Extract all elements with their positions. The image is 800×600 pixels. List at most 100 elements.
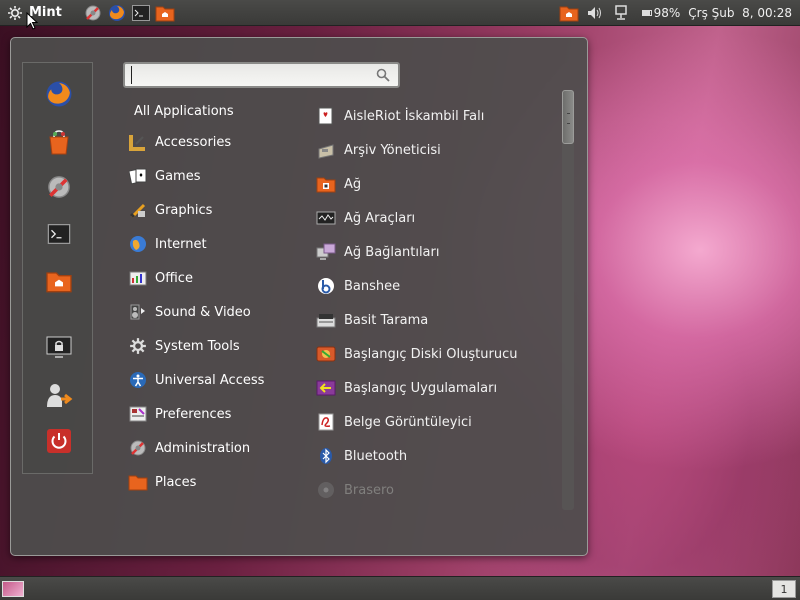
home-folder-icon[interactable] [154,2,176,24]
places-icon [128,472,148,492]
application-list: AisleRiot İskambil Falı Arşiv Yöneticisi… [316,98,566,510]
category-label: Games [155,168,201,184]
category-label: System Tools [155,338,240,354]
category-label: Administration [155,440,251,456]
category-places[interactable]: Places [128,470,196,494]
favorites-panel [22,62,93,474]
category-accessories[interactable]: Accessories [128,130,231,154]
app-label: Ağ Bağlantıları [344,244,440,260]
app-item[interactable]: AisleRiot İskambil Falı [316,103,484,129]
app-label: Başlangıç Uygulamaları [344,380,498,396]
lock-screen-icon[interactable] [45,334,73,362]
graphics-icon [128,200,148,220]
system-settings-icon[interactable] [45,173,73,201]
category-administration[interactable]: Administration [128,436,250,460]
app-label: Başlangıç Diski Oluşturucu [344,346,518,362]
category-label: Office [155,270,193,286]
search-box [123,62,400,88]
home-folder-icon[interactable] [45,267,73,295]
bluetooth-icon [316,446,336,466]
search-input[interactable] [131,66,361,84]
category-label: Universal Access [155,372,265,388]
shutdown-icon[interactable] [45,427,73,455]
category-system-tools[interactable]: System Tools [128,334,240,358]
logout-icon[interactable] [45,381,73,409]
software-manager-icon[interactable] [45,128,73,156]
panel-launchers [82,2,176,24]
gear-icon [6,4,24,22]
top-panel: Mint 98% Çrş Şub 8, 00:28 [0,0,800,26]
app-label: AisleRiot İskambil Falı [344,108,485,124]
workspace-switcher[interactable]: 1 [772,580,796,598]
volume-icon[interactable] [584,2,606,24]
app-item[interactable]: Brasero [316,477,394,503]
scanner-icon [316,310,336,330]
office-icon [128,268,148,288]
firefox-icon[interactable] [45,80,73,108]
system-tray: 98% Çrş Şub 8, 00:28 [558,0,800,26]
app-label: Arşiv Yöneticisi [344,142,441,158]
app-item[interactable]: Belge Görüntüleyici [316,409,472,435]
category-label: Internet [155,236,207,252]
application-menu: All Applications Accessories Games Graph… [10,37,588,556]
firefox-icon[interactable] [106,2,128,24]
app-item[interactable]: Ağ Araçları [316,205,415,231]
category-label: Graphics [155,202,213,218]
startup-apps-icon [316,378,336,398]
category-internet[interactable]: Internet [128,232,207,256]
category-sound-video[interactable]: Sound & Video [128,300,251,324]
terminal-icon[interactable] [130,2,152,24]
app-item[interactable]: Ağ [316,171,361,197]
app-item[interactable]: Bluetooth [316,443,407,469]
search-icon[interactable] [376,68,390,82]
app-item[interactable]: Banshee [316,273,400,299]
battery-indicator[interactable]: 98% [641,6,681,20]
category-preferences[interactable]: Preferences [128,402,231,426]
app-label: Belge Görüntüleyici [344,414,472,430]
app-item[interactable]: Basit Tarama [316,307,428,333]
network-connections-icon [316,242,336,262]
category-label: Accessories [155,134,232,150]
category-graphics[interactable]: Graphics [128,198,212,222]
category-games[interactable]: Games [128,164,200,188]
system-settings-icon[interactable] [82,2,104,24]
battery-icon [641,10,652,16]
bottom-panel: 1 [0,576,800,600]
category-universal-access[interactable]: Universal Access [128,368,264,392]
games-icon [128,166,148,186]
category-label: Places [155,474,197,490]
preferences-icon [128,404,148,424]
app-item[interactable]: Başlangıç Uygulamaları [316,375,497,401]
cards-icon [316,106,336,126]
document-viewer-icon [316,412,336,432]
banshee-icon [316,276,336,296]
app-label: Ağ [344,176,362,192]
administration-icon [128,438,148,458]
internet-icon [128,234,148,254]
home-folder-icon[interactable] [558,2,580,24]
archive-icon [316,140,336,160]
clock[interactable]: Çrş Şub 8, 00:28 [688,6,792,20]
app-label: Brasero [344,482,395,498]
app-item[interactable]: Başlangıç Diski Oluşturucu [316,341,517,367]
brasero-icon [316,480,336,500]
category-label: Sound & Video [155,304,251,320]
battery-percent: 98% [653,6,681,20]
app-item[interactable]: Ağ Bağlantıları [316,239,439,265]
accessories-icon [128,132,148,152]
category-all-applications[interactable]: All Applications [134,104,234,119]
category-office[interactable]: Office [128,266,193,290]
terminal-icon[interactable] [45,220,73,248]
category-label: Preferences [155,406,232,422]
show-desktop-icon[interactable] [2,581,24,597]
sound-video-icon [128,302,148,322]
network-icon [316,174,336,194]
scrollbar-thumb[interactable] [562,90,574,144]
startup-disk-icon [316,344,336,364]
network-icon[interactable] [610,2,632,24]
app-list-scrollbar[interactable] [562,90,574,510]
app-label: Basit Tarama [344,312,429,328]
app-item[interactable]: Arşiv Yöneticisi [316,137,441,163]
network-tools-icon [316,208,336,228]
mouse-cursor-icon [26,12,38,30]
